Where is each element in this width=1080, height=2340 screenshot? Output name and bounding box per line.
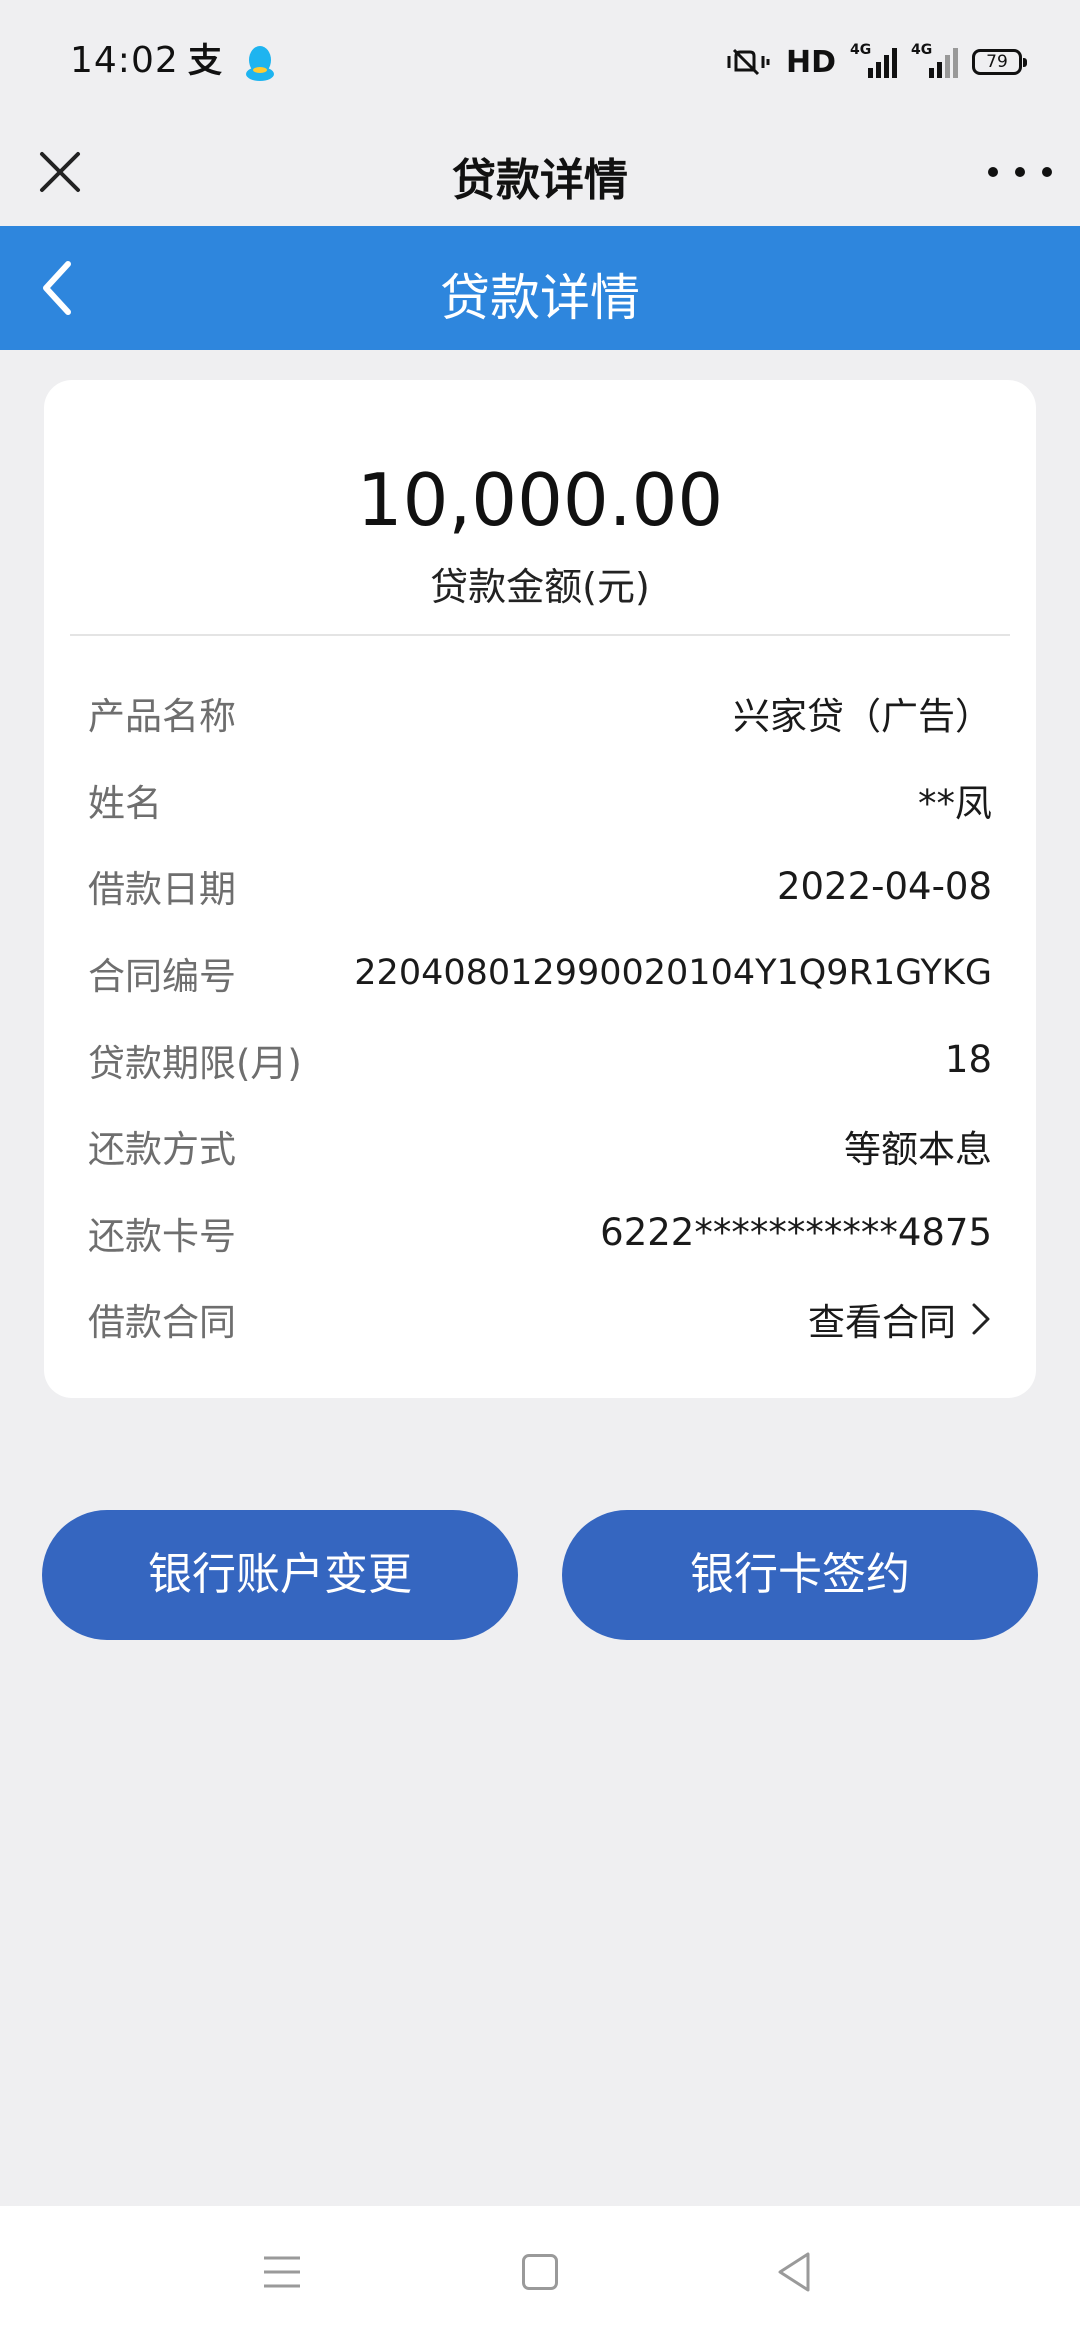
row-contract-number: 合同编号 220408012990020104Y1Q9R1GYKG <box>88 930 992 1017</box>
row-product-name: 产品名称 兴家贷（广告） <box>88 670 992 757</box>
vibrate-mute-icon <box>727 48 770 76</box>
row-label: 产品名称 <box>88 695 236 739</box>
loan-amount: 10,000.00 <box>356 458 724 542</box>
status-bar: 14:02 支 HD 4G 4G 79 <box>0 0 1080 120</box>
row-label: 合同编号 <box>88 955 236 999</box>
row-label: 还款方式 <box>88 1128 236 1172</box>
row-label: 借款合同 <box>88 1301 236 1345</box>
row-value: 等额本息 <box>844 1128 992 1172</box>
network-type: HD <box>785 44 836 80</box>
row-label: 借款日期 <box>88 868 236 912</box>
bank-card-sign-button[interactable]: 银行卡签约 <box>562 1510 1038 1640</box>
header-title: 贷款详情 <box>440 269 640 327</box>
chevron-right-icon <box>972 1303 990 1335</box>
menu-icon[interactable] <box>262 2252 302 2292</box>
top-bar: 贷款详情 <box>0 120 1080 226</box>
row-value: 2022-04-08 <box>776 864 992 908</box>
row-label: 姓名 <box>88 781 162 825</box>
divider <box>70 634 1010 636</box>
signal-icon: 4G <box>850 42 897 78</box>
loan-detail-card: 10,000.00 贷款金额(元) 产品名称 兴家贷（广告） 姓名 **凤 借款… <box>44 380 1036 1398</box>
view-contract-label: 查看合同 <box>808 1301 956 1345</box>
detail-list: 产品名称 兴家贷（广告） 姓名 **凤 借款日期 2022-04-08 合同编号… <box>88 670 992 1363</box>
status-indicators: HD 4G 4G 79 <box>726 42 1027 82</box>
row-value: 6222***********4875 <box>600 1211 992 1255</box>
row-value: 兴家贷（广告） <box>733 695 992 739</box>
row-loan-term: 贷款期限(月) 18 <box>88 1016 992 1103</box>
row-label: 还款卡号 <box>88 1214 236 1258</box>
row-repayment-card: 还款卡号 6222***********4875 <box>88 1190 992 1277</box>
bank-account-change-button[interactable]: 银行账户变更 <box>42 1510 518 1640</box>
row-loan-date: 借款日期 2022-04-08 <box>88 843 992 930</box>
signal-2-label: 4G <box>911 42 933 58</box>
row-value: **凤 <box>918 781 992 825</box>
signal-1-label: 4G <box>850 42 872 58</box>
row-loan-contract: 借款合同 查看合同 <box>88 1276 992 1363</box>
row-value: 220408012990020104Y1Q9R1GYKG <box>354 953 992 994</box>
navigation-bar <box>0 2206 1080 2340</box>
alipay-icon: 支 <box>188 41 222 81</box>
status-time: 14:02 <box>70 40 179 81</box>
row-value: 18 <box>944 1038 992 1082</box>
back-icon[interactable] <box>774 2250 818 2294</box>
signal-icon: 4G <box>911 42 958 78</box>
page-title: 贷款详情 <box>452 155 628 206</box>
row-label: 贷款期限(月) <box>88 1041 302 1085</box>
home-icon[interactable] <box>522 2254 558 2290</box>
loan-amount-label: 贷款金额(元) <box>430 565 650 609</box>
battery-icon: 79 <box>972 49 1027 75</box>
row-repayment-method: 还款方式 等额本息 <box>88 1103 992 1190</box>
header: 贷款详情 <box>0 226 1080 350</box>
row-name: 姓名 **凤 <box>88 757 992 844</box>
more-icon[interactable] <box>988 150 1052 194</box>
view-contract-link[interactable]: 查看合同 <box>808 1292 992 1346</box>
qq-icon <box>246 46 274 81</box>
